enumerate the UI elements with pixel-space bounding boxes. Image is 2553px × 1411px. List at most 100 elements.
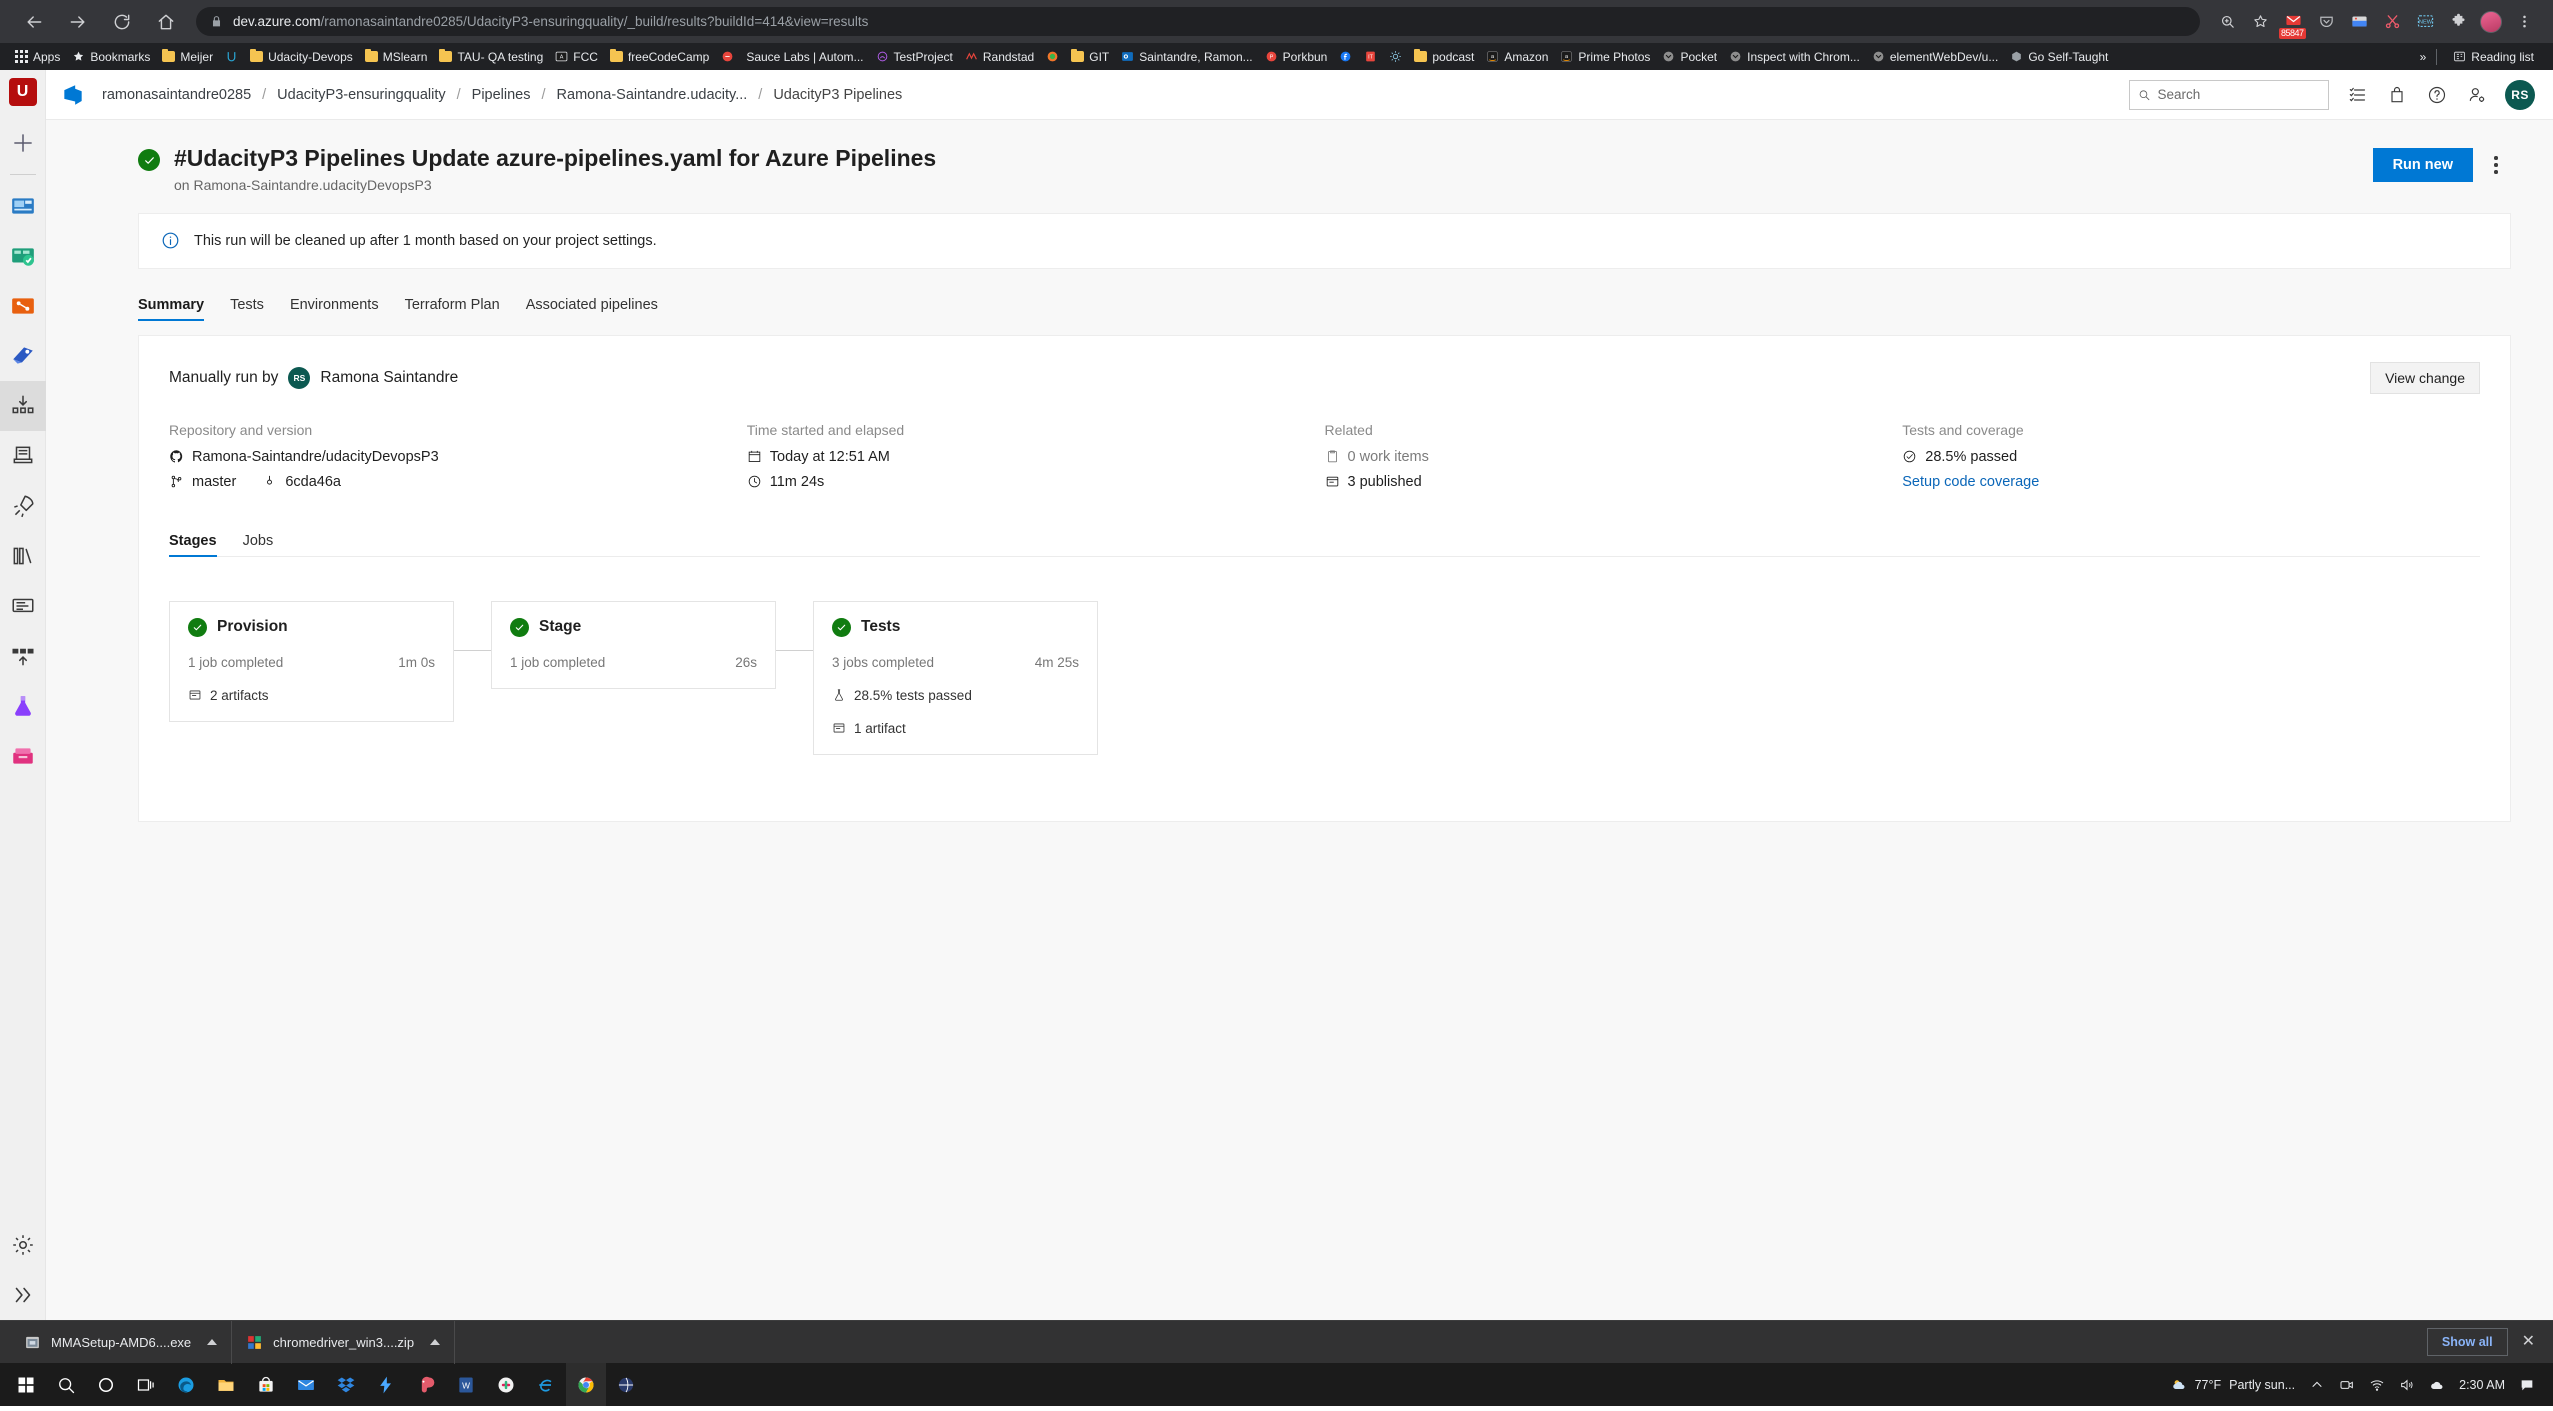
weather-widget[interactable]: 77°F Partly sun... [2171, 1377, 2295, 1393]
download-menu-caret-icon[interactable] [430, 1339, 441, 1345]
expand-rail-button[interactable] [0, 1270, 46, 1320]
notification-icon[interactable] [2519, 1377, 2535, 1393]
bookmark-udacity-devops[interactable]: Udacity-Devops [244, 48, 359, 66]
stage-artifacts-row[interactable]: 2 artifacts [188, 688, 435, 703]
add-new-button[interactable] [0, 118, 46, 168]
list-icon[interactable] [2345, 83, 2369, 107]
bookmark-star-icon[interactable] [2245, 7, 2275, 37]
stage-card-provision[interactable]: Provision 1 job completed 1m 0s 2 artifa… [169, 600, 454, 722]
wifi-icon[interactable] [2369, 1377, 2385, 1393]
cortana-icon[interactable] [86, 1363, 126, 1406]
file-explorer-icon[interactable] [206, 1363, 246, 1406]
chrome-icon[interactable] [566, 1363, 606, 1406]
bookmark-go-self-taught[interactable]: Go Self-Taught [2004, 48, 2114, 66]
home-button[interactable] [146, 2, 186, 42]
download-menu-caret-icon[interactable] [207, 1339, 218, 1345]
onedrive-icon[interactable] [2429, 1377, 2445, 1393]
run-new-button[interactable]: Run new [2372, 148, 2473, 182]
bookmark-pocket[interactable]: Pocket [1656, 48, 1723, 66]
view-change-button[interactable]: View change [2370, 361, 2480, 394]
commit-row[interactable]: 6cda46a [262, 474, 341, 490]
repository-row[interactable]: Ramona-Saintandre/udacityDevopsP3 [169, 449, 727, 465]
new-extension-icon[interactable]: NEW [2410, 7, 2440, 37]
breadcrumb-pipeline-name[interactable]: Ramona-Saintandre.udacity... [555, 87, 750, 103]
start-icon[interactable] [6, 1363, 46, 1406]
bookmark-randstad[interactable]: Randstad [959, 48, 1040, 66]
internet-explorer-icon[interactable] [526, 1363, 566, 1406]
screenshot-extension-icon[interactable] [2344, 7, 2374, 37]
show-all-downloads-button[interactable]: Show all [2426, 1328, 2508, 1356]
bookmark-apps[interactable]: Apps [9, 48, 66, 66]
sidebar-item-repos[interactable] [0, 281, 46, 331]
pocket-extension-icon[interactable] [2311, 7, 2341, 37]
stage-artifacts-row[interactable]: 1 artifact [832, 721, 1079, 736]
back-button[interactable] [14, 2, 54, 42]
organization-logo[interactable]: U [8, 78, 37, 106]
sidebar-item-task-groups[interactable] [0, 581, 46, 631]
bookmark-firefox[interactable] [1040, 48, 1065, 65]
bookmarks-overflow-button[interactable]: » [2420, 50, 2427, 64]
stage-card-tests[interactable]: Tests 3 jobs completed 4m 25s 28.5% test… [813, 600, 1098, 755]
sidebar-item-environments[interactable] [0, 431, 46, 481]
chrome-menu-icon[interactable] [2509, 7, 2539, 37]
sidebar-item-releases[interactable] [0, 481, 46, 531]
tab-summary[interactable]: Summary [138, 291, 205, 321]
forward-button[interactable] [58, 2, 98, 42]
tab-environments[interactable]: Environments [290, 291, 379, 319]
bookmark-amazon[interactable]: a Amazon [1480, 48, 1554, 66]
bookmark-tau-qa-testing[interactable]: TAU- QA testing [433, 48, 549, 66]
breadcrumb-project[interactable]: UdacityP3-ensuringquality [275, 87, 447, 103]
setup-code-coverage-link[interactable]: Setup code coverage [1902, 474, 2460, 490]
scissors-extension-icon[interactable] [2377, 7, 2407, 37]
sidebar-item-pipelines[interactable] [0, 331, 46, 381]
breadcrumb-org[interactable]: ramonasaintandre0285 [100, 87, 253, 103]
stage-tests-row[interactable]: 28.5% tests passed [832, 688, 1079, 703]
edge-icon[interactable] [166, 1363, 206, 1406]
bookmark-bookmarks[interactable]: Bookmarks [66, 48, 156, 66]
avatar[interactable]: RS [2505, 79, 2535, 110]
dropbox-icon[interactable] [326, 1363, 366, 1406]
user-settings-icon[interactable] [2465, 83, 2489, 107]
bookmark-freecodecamp[interactable]: freeCodeCamp [604, 48, 715, 66]
sidebar-item-library[interactable] [0, 531, 46, 581]
task-view-icon[interactable] [126, 1363, 166, 1406]
word-icon[interactable]: W [446, 1363, 486, 1406]
more-actions-icon[interactable] [2481, 148, 2511, 182]
sidebar-item-deployment-groups[interactable] [0, 631, 46, 681]
stage-card-stage[interactable]: Stage 1 job completed 26s [491, 600, 776, 689]
reading-list-button[interactable]: Reading list [2447, 48, 2540, 66]
bookmark-it[interactable]: IT [1358, 48, 1383, 65]
subtab-jobs[interactable]: Jobs [243, 533, 274, 557]
tab-associated-pipelines[interactable]: Associated pipelines [526, 291, 658, 319]
search-box[interactable] [2129, 79, 2329, 110]
bookmark-git[interactable]: GIT [1065, 48, 1115, 66]
extensions-puzzle-icon[interactable] [2443, 7, 2473, 37]
tab-tests[interactable]: Tests [230, 291, 264, 319]
reload-button[interactable] [102, 2, 142, 42]
branch-row[interactable]: master [169, 474, 236, 490]
clock[interactable]: 2:30 AM [2459, 1378, 2505, 1392]
bookmark-meijer[interactable]: Meijer [156, 48, 219, 66]
bookmark-fcc[interactable]: A FCC [549, 48, 604, 66]
bookmark-mslearn[interactable]: MSlearn [359, 48, 434, 66]
microsoft-store-icon[interactable] [246, 1363, 286, 1406]
bookmark-porkbun[interactable]: P Porkbun [1259, 48, 1334, 66]
chevron-up-icon[interactable] [2309, 1377, 2325, 1393]
bookmark-podcast[interactable]: podcast [1408, 48, 1480, 66]
help-icon[interactable] [2425, 83, 2449, 107]
bookmark-saucelabs-mark[interactable] [715, 48, 740, 65]
search-input[interactable] [2157, 87, 2320, 102]
volume-icon[interactable] [2399, 1377, 2415, 1393]
breadcrumb-pipelines[interactable]: Pipelines [470, 87, 533, 103]
bookmark-prime-photos[interactable]: a Prime Photos [1554, 48, 1656, 66]
zoom-icon[interactable] [2212, 7, 2242, 37]
sidebar-item-artifacts[interactable] [0, 731, 46, 781]
bookmark-udacity[interactable] [219, 48, 244, 65]
profile-avatar[interactable] [2476, 7, 2506, 37]
sidebar-item-boards[interactable] [0, 231, 46, 281]
shopping-bag-icon[interactable] [2385, 83, 2409, 107]
sidebar-item-test-plans[interactable] [0, 681, 46, 731]
bookmark-testproject[interactable]: TestProject [870, 48, 959, 66]
bookmark-elementwebdev[interactable]: elementWebDev/u... [1866, 48, 2005, 66]
address-bar[interactable]: dev.azure.com/ramonasaintandre0285/Udaci… [196, 7, 2200, 36]
